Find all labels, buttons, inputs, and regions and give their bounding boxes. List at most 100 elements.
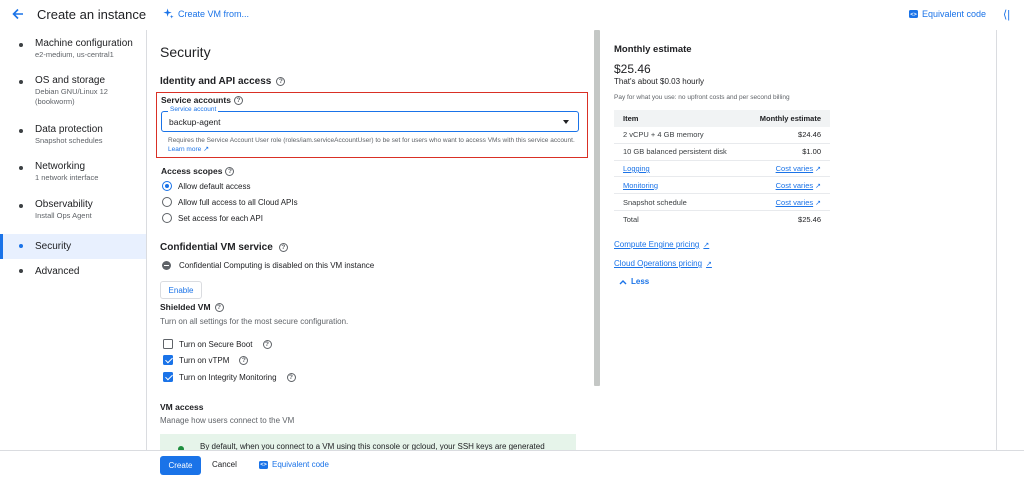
scope-option-default[interactable]: Allow default access	[162, 181, 250, 191]
radio-button[interactable]	[162, 197, 172, 207]
help-icon[interactable]: ?	[214, 302, 224, 312]
radio-button[interactable]	[162, 181, 172, 191]
col-estimate: Monthly estimate	[759, 114, 821, 123]
help-icon[interactable]: ?	[225, 166, 235, 176]
nav-bullet	[19, 244, 23, 248]
vtpm-option[interactable]: Turn on vTPM ?	[163, 355, 249, 365]
row-amount: Cost varies	[775, 197, 814, 207]
vtpm-label: Turn on vTPM	[179, 355, 230, 365]
equivalent-code-top-button[interactable]: <> Equivalent code	[909, 9, 986, 19]
nav-bullet	[19, 43, 23, 47]
shielded-vm-label: Shielded VM	[160, 302, 211, 312]
equivalent-code-bottom-label: Equivalent code	[272, 460, 329, 469]
nav-bullet	[19, 204, 23, 208]
external-link-icon: ↗	[815, 165, 821, 173]
help-icon[interactable]: ?	[233, 95, 243, 105]
nav-bullet	[19, 166, 23, 170]
nav-bullet	[19, 80, 23, 84]
nav-item-machine-configuration[interactable]: Machine configuration e2-medium, us-cent…	[0, 37, 146, 74]
cloud-operations-pricing-link[interactable]: Cloud Operations pricing ↗	[614, 259, 712, 268]
row-item: Total	[623, 214, 639, 224]
create-button[interactable]: Create	[160, 456, 201, 475]
external-link-icon: ↗	[706, 260, 712, 268]
right-rail-divider	[996, 30, 997, 450]
cost-varies-link[interactable]: Cost varies ↗	[776, 164, 821, 173]
cloud-operations-pricing-label: Cloud Operations pricing	[614, 259, 703, 268]
external-link-icon: ↗	[815, 199, 821, 207]
learn-more-link[interactable]: Learn more ↗	[168, 146, 209, 153]
create-vm-from-button[interactable]: Create VM from...	[163, 8, 249, 19]
nav-item-title: Networking	[35, 161, 86, 172]
checkbox[interactable]	[163, 339, 173, 349]
help-icon[interactable]: ?	[278, 243, 288, 252]
logging-link[interactable]: Logging	[623, 164, 650, 173]
confidential-vm-label: Confidential VM service	[160, 242, 273, 253]
estimate-note: Pay for what you use: no upfront costs a…	[614, 94, 790, 101]
table-row-total: Total $25.46	[614, 211, 830, 228]
vm-access-heading: VM access	[160, 402, 204, 412]
row-amount: $25.46	[798, 214, 821, 224]
estimate-hourly: That's about $0.03 hourly	[614, 77, 705, 86]
nav-item-title: Data protection	[35, 124, 103, 135]
nav-item-data-protection[interactable]: Data protection Snapshot schedules	[0, 123, 146, 160]
row-amount: Cost varies	[775, 180, 814, 190]
nav-item-subtitle: Debian GNU/Linux 12 (bookworm)	[35, 87, 108, 106]
access-scopes-label: Access scopes	[161, 166, 223, 176]
secure-boot-label: Turn on Secure Boot	[179, 339, 253, 349]
collapse-panel-icon[interactable]: ⟨|	[1003, 8, 1010, 21]
integrity-monitoring-option[interactable]: Turn on Integrity Monitoring ?	[163, 372, 296, 382]
equivalent-code-bottom-button[interactable]: <> Equivalent code	[259, 460, 329, 469]
sparkle-icon	[163, 8, 174, 19]
nav-item-title: Advanced	[35, 266, 80, 277]
disabled-status-icon	[162, 261, 171, 270]
service-account-floating-label: Service account	[168, 106, 219, 113]
nav-item-security[interactable]: Security	[0, 234, 146, 259]
scrollbar[interactable]	[594, 30, 600, 386]
radio-button[interactable]	[162, 213, 172, 223]
enable-confidential-button[interactable]: Enable	[160, 281, 202, 299]
estimate-table: Item Monthly estimate 2 vCPU + 4 GB memo…	[614, 110, 830, 228]
external-link-icon: ↗	[703, 241, 710, 249]
dropdown-caret-icon[interactable]	[563, 120, 569, 124]
monitoring-link[interactable]: Monitoring	[623, 181, 658, 190]
nav-item-advanced[interactable]: Advanced	[0, 259, 146, 284]
cost-varies-link[interactable]: Cost varies ↗	[776, 181, 821, 190]
nav-bullet	[19, 269, 23, 273]
back-arrow-icon[interactable]	[10, 6, 26, 22]
confidential-status-text: Confidential Computing is disabled on th…	[179, 261, 375, 270]
nav-item-title: Observability	[35, 199, 93, 210]
vm-access-info-banner: By default, when you connect to a VM usi…	[160, 434, 576, 450]
nav-item-title: Security	[35, 241, 72, 252]
nav-item-networking[interactable]: Networking 1 network interface	[0, 160, 146, 198]
help-icon[interactable]: ?	[286, 372, 296, 382]
cancel-button[interactable]: Cancel	[212, 460, 237, 469]
help-icon[interactable]: ?	[276, 77, 286, 86]
scope-option-each-api[interactable]: Set access for each API	[162, 213, 263, 223]
estimate-price: $25.46	[614, 62, 651, 76]
nav-item-subtitle: e2-medium, us-central1	[35, 50, 114, 59]
less-label: Less	[631, 277, 650, 286]
service-account-value: backup-agent	[169, 117, 221, 127]
external-link-icon: ↗	[203, 146, 210, 153]
checkbox[interactable]	[163, 355, 173, 365]
secure-boot-option[interactable]: Turn on Secure Boot ?	[163, 339, 272, 349]
row-amount: Cost varies	[775, 163, 814, 173]
scope-option-full[interactable]: Allow full access to all Cloud APIs	[162, 197, 298, 207]
checkbox[interactable]	[163, 372, 173, 382]
service-accounts-heading: Service accounts ?	[161, 95, 243, 105]
nav-item-observability[interactable]: Observability Install Ops Agent	[0, 198, 146, 234]
security-panel: Security Identity and API access ? Servi…	[156, 30, 592, 450]
page-title: Create an instance	[37, 7, 147, 22]
nav-item-os-and-storage[interactable]: OS and storage Debian GNU/Linux 12 (book…	[0, 74, 146, 123]
equivalent-code-top-label: Equivalent code	[922, 9, 987, 19]
service-account-select[interactable]: Service account backup-agent	[161, 106, 579, 132]
confidential-status: Confidential Computing is disabled on th…	[162, 261, 374, 270]
cost-varies-link[interactable]: Cost varies ↗	[776, 198, 821, 207]
compute-engine-pricing-link[interactable]: Compute Engine pricing ↗	[614, 240, 709, 249]
less-toggle-button[interactable]: Less	[619, 277, 649, 286]
code-icon: <>	[909, 10, 918, 18]
estimate-title: Monthly estimate	[614, 44, 692, 55]
help-icon[interactable]: ?	[262, 339, 272, 349]
nav-item-title: OS and storage	[35, 75, 106, 86]
help-icon[interactable]: ?	[239, 355, 249, 365]
